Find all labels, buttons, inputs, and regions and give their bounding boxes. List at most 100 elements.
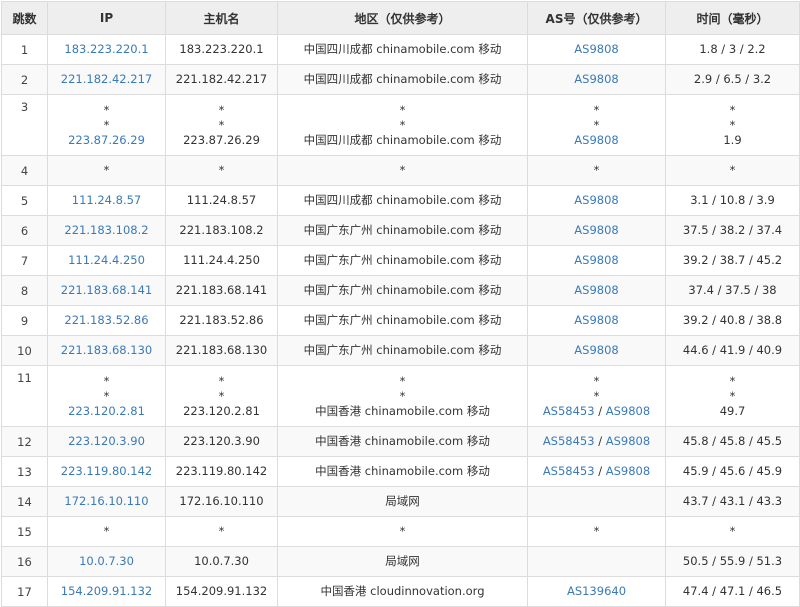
time-cell: 37.4 / 37.5 / 38 xyxy=(665,275,800,306)
time-cell: 39.2 / 38.7 / 45.2 xyxy=(665,245,800,276)
time-text: 49.7 xyxy=(719,403,746,418)
ip-cell: 221.182.42.217 xyxy=(47,64,166,95)
ip-link[interactable]: 221.183.68.141 xyxy=(50,283,163,298)
time-cell: * xyxy=(665,516,800,547)
hop-cell: 10 xyxy=(1,335,48,366)
hostname-cell: 154.209.91.132 xyxy=(165,576,278,607)
ip-link[interactable]: 221.183.108.2 xyxy=(50,223,163,238)
as-line: AS9808 xyxy=(530,42,663,57)
time-cell: 2.9 / 6.5 / 3.2 xyxy=(665,64,800,95)
hostname-text: * xyxy=(218,373,225,388)
hop-cell: 1 xyxy=(1,34,48,65)
ip-cell: 221.183.68.130 xyxy=(47,335,166,366)
region-text: 中国广东广州 chinamobile.com 移动 xyxy=(303,223,502,237)
hop-cell: 6 xyxy=(1,215,48,246)
as-link[interactable]: AS9808 xyxy=(574,72,618,86)
ip-link[interactable]: 221.183.52.86 xyxy=(50,313,163,328)
as-link[interactable]: AS9808 xyxy=(606,464,650,478)
as-line: * xyxy=(530,103,663,118)
hop-cell: 3 xyxy=(1,94,48,156)
as-link[interactable]: AS9808 xyxy=(606,404,650,418)
hostname-cell: * xyxy=(165,155,278,186)
table-row: 11 * * 223.120.2.81 * * 223.120.2.81 * * 中国香港 chi… xyxy=(1,365,800,427)
hostname-cell: 111.24.4.250 xyxy=(165,245,278,276)
as-link[interactable]: AS9808 xyxy=(574,253,618,267)
ip-link[interactable]: 111.24.8.57 xyxy=(50,193,163,208)
as-link[interactable]: AS139640 xyxy=(567,584,626,598)
ip-text: * xyxy=(103,102,110,117)
as-link[interactable]: AS9808 xyxy=(574,133,618,147)
as-cell: AS9808 xyxy=(527,64,666,95)
as-text: * xyxy=(593,117,600,132)
as-link[interactable]: AS9808 xyxy=(574,223,618,237)
ip-link[interactable]: 10.0.7.30 xyxy=(50,554,163,569)
as-link[interactable]: AS58453 xyxy=(543,404,595,418)
ip-cell: 183.223.220.1 xyxy=(47,34,166,65)
as-link[interactable]: AS9808 xyxy=(574,313,618,327)
ip-cell: * * 223.87.26.29 xyxy=(47,94,166,156)
region-cell: 中国广东广州 chinamobile.com 移动 xyxy=(277,305,528,336)
ip-link[interactable]: 154.209.91.132 xyxy=(50,584,163,599)
hostname-cell: 223.119.80.142 xyxy=(165,456,278,487)
as-line: * xyxy=(530,389,663,404)
ip-link[interactable]: 223.120.3.90 xyxy=(50,434,163,449)
region-text: 中国香港 cloudinnovation.org xyxy=(320,584,485,598)
region-cell: 中国广东广州 chinamobile.com 移动 xyxy=(277,275,528,306)
as-text: * xyxy=(593,102,600,117)
as-link[interactable]: AS58453 xyxy=(543,434,595,448)
hop-cell: 17 xyxy=(1,576,48,607)
header-hop: 跳数 xyxy=(1,1,48,35)
table-row: 6 221.183.108.2 221.183.108.2 中国广东广州 chinam… xyxy=(1,215,800,246)
time-cell: * * 49.7 xyxy=(665,365,800,427)
ip-cell: 221.183.52.86 xyxy=(47,305,166,336)
ip-link[interactable]: 223.87.26.29 xyxy=(50,133,163,148)
as-link[interactable]: AS58453 xyxy=(543,464,595,478)
hop-cell: 2 xyxy=(1,64,48,95)
ip-cell: 111.24.8.57 xyxy=(47,185,166,216)
region-text: 中国香港 chinamobile.com 移动 xyxy=(315,403,490,418)
as-cell: AS9808 xyxy=(527,245,666,276)
as-line: * xyxy=(530,163,663,178)
ip-link[interactable]: 111.24.4.250 xyxy=(50,253,163,268)
as-line: AS9808 xyxy=(530,133,663,148)
time-text: 1.9 xyxy=(723,132,742,147)
as-link[interactable]: AS9808 xyxy=(606,434,650,448)
table-row: 5 111.24.8.57 111.24.8.57 中国四川成都 chinamobil… xyxy=(1,185,800,216)
as-cell xyxy=(527,546,666,577)
as-link[interactable]: AS9808 xyxy=(574,343,618,357)
ip-link[interactable]: 221.183.68.130 xyxy=(50,343,163,358)
time-text: 39.2 / 38.7 / 45.2 xyxy=(682,253,783,267)
hostname-text: 10.0.7.30 xyxy=(194,554,249,568)
ip-link[interactable]: 223.120.2.81 xyxy=(50,404,163,419)
time-cell: * * 1.9 xyxy=(665,94,800,156)
hop-cell: 8 xyxy=(1,275,48,306)
region-cell: 局域网 xyxy=(277,486,528,517)
region-cell: * * 中国四川成都 chinamobile.com 移动 xyxy=(277,94,528,156)
ip-link[interactable]: 223.119.80.142 xyxy=(50,464,163,479)
as-link[interactable]: AS9808 xyxy=(574,193,618,207)
time-cell: 47.4 / 47.1 / 46.5 xyxy=(665,576,800,607)
as-line xyxy=(530,554,663,569)
region-text: 中国广东广州 chinamobile.com 移动 xyxy=(303,253,502,267)
hostname-cell: 221.183.68.130 xyxy=(165,335,278,366)
time-text: 47.4 / 47.1 / 46.5 xyxy=(682,584,783,598)
as-cell: AS9808 xyxy=(527,215,666,246)
as-separator: / xyxy=(594,403,606,418)
region-text: * xyxy=(399,524,406,538)
as-link[interactable]: AS9808 xyxy=(574,42,618,56)
ip-link[interactable]: 221.182.42.217 xyxy=(50,72,163,87)
as-line xyxy=(530,494,663,509)
ip-link[interactable]: 183.223.220.1 xyxy=(50,42,163,57)
region-text: * xyxy=(399,117,406,132)
region-text: * xyxy=(399,163,406,177)
ip-link[interactable]: 172.16.10.110 xyxy=(50,494,163,509)
time-text: * xyxy=(729,102,736,117)
time-text: 45.9 / 45.6 / 45.9 xyxy=(682,464,783,478)
region-text: 局域网 xyxy=(385,494,420,508)
as-line: AS9808 xyxy=(530,193,663,208)
as-cell: AS139640 xyxy=(527,576,666,607)
as-link[interactable]: AS9808 xyxy=(574,283,618,297)
as-line: AS9808 xyxy=(530,313,663,328)
hop-cell: 12 xyxy=(1,426,48,457)
ip-cell: 221.183.68.141 xyxy=(47,275,166,306)
